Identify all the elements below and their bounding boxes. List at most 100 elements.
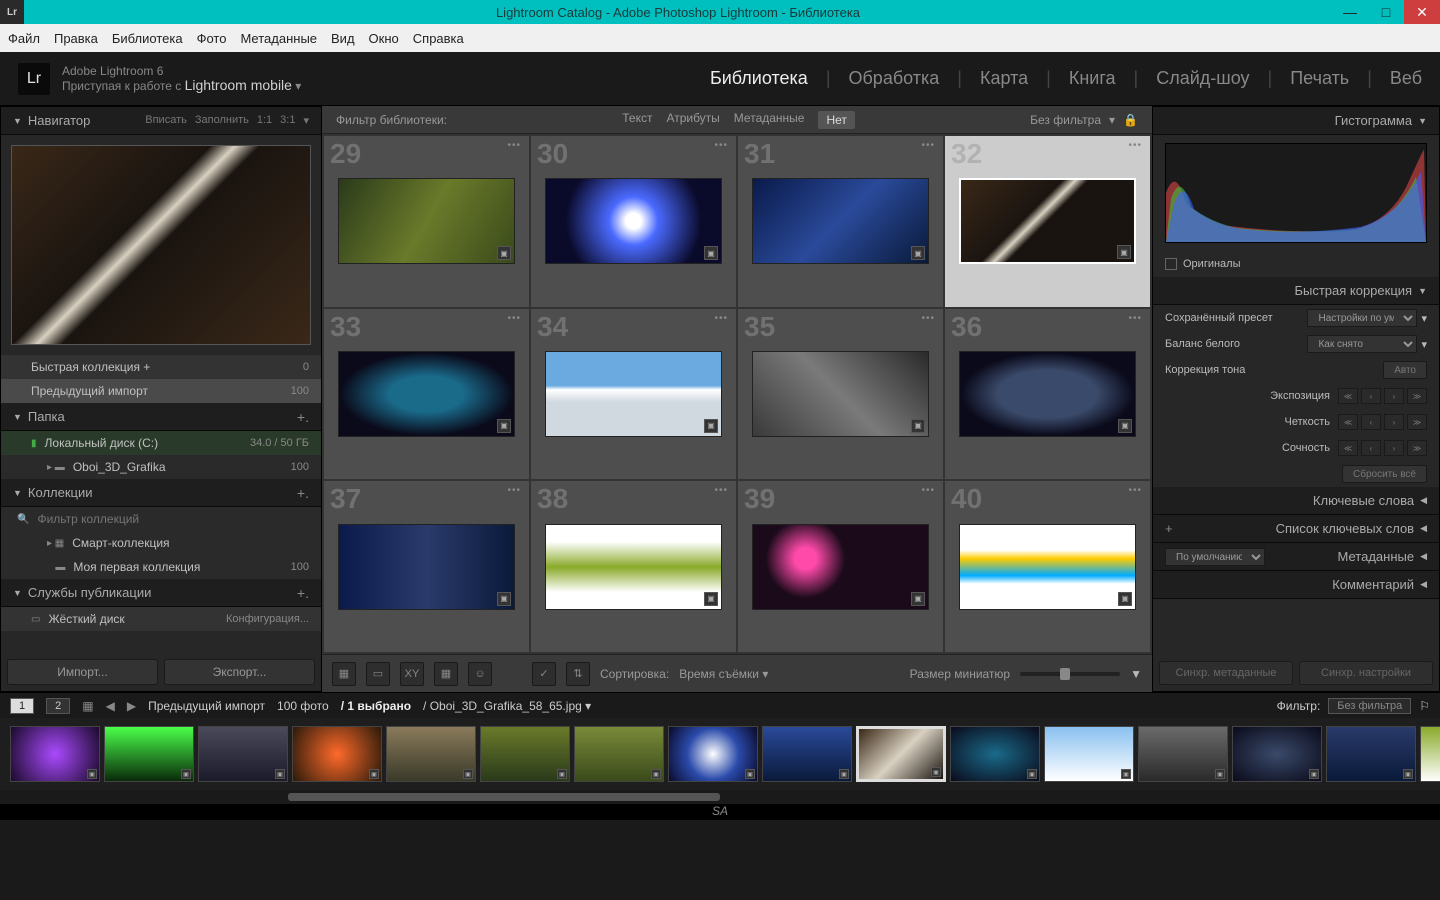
menu-Метаданные[interactable]: Метаданные <box>240 31 317 46</box>
filmstrip-thumb[interactable]: ▣ <box>950 726 1040 782</box>
filter-tab-Метаданные[interactable]: Метаданные <box>734 111 805 129</box>
filmstrip-filter-select[interactable]: Без фильтра <box>1328 698 1411 714</box>
filter-tab-Атрибуты[interactable]: Атрибуты <box>666 111 719 129</box>
metadata-badge-icon[interactable]: ▣ <box>497 592 511 606</box>
metadata-preset-select[interactable]: По умолчанию <box>1165 548 1265 566</box>
module-Слайд-шоу[interactable]: Слайд-шоу <box>1156 68 1249 89</box>
import-button[interactable]: Импорт... <box>7 659 158 685</box>
drive-row[interactable]: ▮Локальный диск (C:)34.0 / 50 ГБ <box>1 431 321 455</box>
filter-preset-select[interactable]: Без фильтра <box>1030 113 1101 127</box>
publish-header[interactable]: ▼Службы публикации+. <box>1 579 321 607</box>
metadata-badge-icon[interactable]: ▣ <box>911 419 925 433</box>
menu-Фото[interactable]: Фото <box>197 31 227 46</box>
sync-metadata-button[interactable]: Синхр. метаданные <box>1159 661 1293 685</box>
vibrance-buttons[interactable]: ≪‹›≫ <box>1338 440 1427 456</box>
maximize-button[interactable]: □ <box>1368 0 1404 24</box>
cell-menu-icon[interactable]: ••• <box>507 313 521 324</box>
metadata-badge-icon[interactable]: ▣ <box>704 419 718 433</box>
filmstrip-thumb[interactable]: ▣ <box>856 726 946 782</box>
zoom-Вписать[interactable]: Вписать <box>145 114 187 127</box>
grid-cell-39[interactable]: 39•••▣ <box>738 481 943 652</box>
comments-header[interactable]: Комментарий◀ <box>1153 571 1439 599</box>
filmstrip-thumb[interactable]: ▣ <box>668 726 758 782</box>
reset-all-button[interactable]: Сбросить всё <box>1342 465 1427 483</box>
menu-Справка[interactable]: Справка <box>413 31 464 46</box>
spray-tool-button[interactable]: ✓ <box>532 662 556 686</box>
quick-develop-header[interactable]: Быстрая коррекция▼ <box>1153 277 1439 305</box>
catalog-quick-collection[interactable]: Быстрая коллекция +0 <box>1 355 321 379</box>
sort-direction-button[interactable]: ⇅ <box>566 662 590 686</box>
filmstrip-thumb[interactable]: ▣ <box>1420 726 1440 782</box>
filmstrip-thumb[interactable]: ▣ <box>1138 726 1228 782</box>
toolbar-menu-icon[interactable]: ▼ <box>1130 667 1142 681</box>
module-Библиотека[interactable]: Библиотека <box>710 68 808 89</box>
filter-tab-Нет[interactable]: Нет <box>818 111 854 129</box>
publish-config-link[interactable]: Конфигурация... <box>226 613 309 625</box>
filmstrip-thumb[interactable]: ▣ <box>1232 726 1322 782</box>
auto-tone-button[interactable]: Авто <box>1383 361 1427 379</box>
add-folder-icon[interactable]: +. <box>297 409 309 425</box>
nav-forward-icon[interactable]: ▶ <box>127 699 136 713</box>
module-Обработка[interactable]: Обработка <box>849 68 940 89</box>
smart-collection-row[interactable]: ▸ ▦Смарт-коллекция <box>1 531 321 555</box>
metadata-badge-icon[interactable]: ▣ <box>1118 419 1132 433</box>
keyword-list-header[interactable]: +Список ключевых слов◀ <box>1153 515 1439 543</box>
histogram-display[interactable] <box>1165 143 1427 243</box>
filter-tab-Текст[interactable]: Текст <box>622 111 652 129</box>
thumbnail-size-slider[interactable] <box>1020 672 1120 676</box>
my-collection-row[interactable]: ▬Моя первая коллекция100 <box>1 555 321 579</box>
thumbnail-image[interactable]: ▣ <box>959 351 1136 437</box>
folder-row[interactable]: ▸ ▬Oboi_3D_Grafika100 <box>1 455 321 479</box>
lock-icon[interactable]: 🔒 <box>1123 113 1138 127</box>
preset-select[interactable]: Настройки по ум... <box>1307 309 1417 327</box>
compare-view-button[interactable]: XY <box>400 662 424 686</box>
thumbnail-image[interactable]: ▣ <box>338 351 515 437</box>
filmstrip-thumb[interactable]: ▣ <box>104 726 194 782</box>
filmstrip-thumb[interactable]: ▣ <box>1326 726 1416 782</box>
grid-view-button[interactable]: ▦ <box>332 662 356 686</box>
sync-settings-button[interactable]: Синхр. настройки <box>1299 661 1433 685</box>
sort-value[interactable]: Время съёмки ▾ <box>679 667 768 681</box>
navigator-zoom-opts[interactable]: ВписатьЗаполнить1:13:1 ▾ <box>145 114 309 127</box>
navigator-preview[interactable] <box>11 145 311 345</box>
grid-cell-30[interactable]: 30•••▣ <box>531 136 736 307</box>
cell-menu-icon[interactable]: ••• <box>507 485 521 496</box>
filmstrip-thumb[interactable]: ▣ <box>1044 726 1134 782</box>
catalog-previous-import[interactable]: Предыдущий импорт100 <box>1 379 321 403</box>
filmstrip[interactable]: ▣▣▣▣▣▣▣▣▣▣▣▣▣▣▣▣▣▣ <box>0 718 1440 790</box>
grid-cell-40[interactable]: 40•••▣ <box>945 481 1150 652</box>
source-label[interactable]: Предыдущий импорт <box>148 699 265 713</box>
thumbnail-image[interactable]: ▣ <box>545 524 722 610</box>
chevron-down-icon[interactable]: ▾ <box>1421 312 1427 325</box>
grid-cell-38[interactable]: 38•••▣ <box>531 481 736 652</box>
cell-menu-icon[interactable]: ••• <box>921 140 935 151</box>
file-path[interactable]: / Oboi_3D_Grafika_58_65.jpg ▾ <box>423 699 591 713</box>
screen-1-button[interactable]: 1 <box>10 698 34 714</box>
grid-mode-icon[interactable]: ▦ <box>82 699 93 713</box>
module-Веб[interactable]: Веб <box>1390 68 1422 89</box>
cell-menu-icon[interactable]: ••• <box>507 140 521 151</box>
thumbnail-image[interactable]: ▣ <box>752 524 929 610</box>
grid-cell-34[interactable]: 34•••▣ <box>531 309 736 480</box>
metadata-badge-icon[interactable]: ▣ <box>497 419 511 433</box>
thumbnail-image[interactable]: ▣ <box>959 524 1136 610</box>
folders-header[interactable]: ▼Папка+. <box>1 403 321 431</box>
metadata-badge-icon[interactable]: ▣ <box>1118 592 1132 606</box>
grid-cell-33[interactable]: 33•••▣ <box>324 309 529 480</box>
loupe-view-button[interactable]: ▭ <box>366 662 390 686</box>
filmstrip-scrollbar[interactable] <box>0 790 1440 804</box>
grid-cell-31[interactable]: 31•••▣ <box>738 136 943 307</box>
publish-hdd-row[interactable]: ▭Жёсткий дискКонфигурация... <box>1 607 321 631</box>
cell-menu-icon[interactable]: ••• <box>1128 485 1142 496</box>
screen-2-button[interactable]: 2 <box>46 698 70 714</box>
filmstrip-thumb[interactable]: ▣ <box>574 726 664 782</box>
grid-cell-35[interactable]: 35•••▣ <box>738 309 943 480</box>
cell-menu-icon[interactable]: ••• <box>714 140 728 151</box>
grid-cell-32[interactable]: 32•••▣ <box>945 136 1150 307</box>
metadata-badge-icon[interactable]: ▣ <box>911 592 925 606</box>
metadata-badge-icon[interactable]: ▣ <box>497 246 511 260</box>
filmstrip-thumb[interactable]: ▣ <box>762 726 852 782</box>
thumbnail-image[interactable]: ▣ <box>959 178 1136 264</box>
filmstrip-thumb[interactable]: ▣ <box>480 726 570 782</box>
nav-back-icon[interactable]: ◀ <box>106 699 115 713</box>
